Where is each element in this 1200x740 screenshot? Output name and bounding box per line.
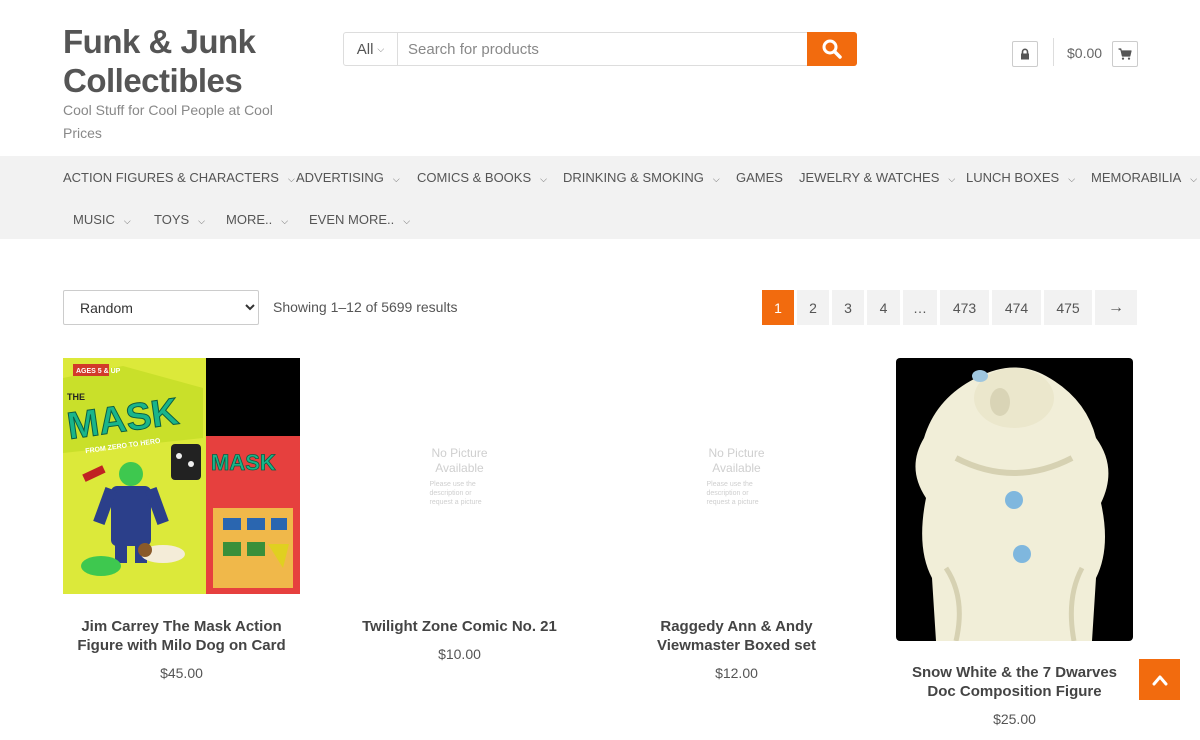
chevron-down-icon: ⌵: [377, 43, 385, 54]
nav-item-label: MUSIC: [73, 212, 115, 227]
site-title[interactable]: Funk & Junk Collectibles: [63, 22, 303, 100]
nav-item-label: TOYS: [154, 212, 190, 227]
chevron-down-icon: ⌵: [392, 174, 400, 184]
chevron-down-icon: ⌵: [198, 216, 205, 226]
pagination-ellipsis: …: [903, 290, 937, 325]
no-picture-label: Available: [435, 460, 484, 475]
chevron-down-icon: ⌵: [540, 174, 547, 184]
mask-card-brand: THE: [67, 392, 85, 402]
product-image[interactable]: THE MASK FROM ZERO TO HERO MASK AGES 5 &…: [63, 358, 300, 594]
mask-figure-card-image: THE MASK FROM ZERO TO HERO MASK AGES 5 &…: [63, 358, 300, 594]
header-divider: [1053, 38, 1054, 66]
chevron-down-icon: ⌵: [1068, 174, 1076, 184]
product-image[interactable]: No Picture Available Please use the desc…: [341, 358, 578, 594]
search-category-label: All: [356, 40, 374, 58]
chevron-down-icon: ⌵: [1190, 174, 1198, 184]
chevron-down-icon: ⌵: [281, 216, 289, 226]
nav-item-action-figures[interactable]: ACTION FIGURES & CHARACTERS ⌵: [63, 170, 295, 185]
product-card[interactable]: Jim Carrey The Mask Action Figure with M…: [63, 617, 300, 681]
no-picture-label: No Picture: [431, 445, 488, 460]
arrow-up-icon: [1152, 675, 1167, 685]
no-picture-note: Please use the description or request a …: [429, 480, 482, 506]
product-card[interactable]: Snow White & the 7 Dwarves Doc Compositi…: [896, 663, 1133, 727]
no-picture-label: No Picture: [708, 445, 765, 460]
search-icon: [822, 39, 842, 59]
product-title[interactable]: Jim Carrey The Mask Action Figure with M…: [63, 617, 300, 655]
product-price: $45.00: [160, 665, 203, 681]
product-title[interactable]: Raggedy Ann & Andy Viewmaster Boxed set: [618, 617, 855, 655]
nav-item-lunch-boxes[interactable]: LUNCH BOXES ⌵: [966, 170, 1075, 185]
nav-item-toys[interactable]: TOYS ⌵: [154, 212, 205, 227]
nav-item-games[interactable]: GAMES: [736, 170, 783, 185]
product-price: $12.00: [715, 665, 758, 681]
mask-box-logo: MASK: [211, 450, 276, 475]
nav-item-more[interactable]: MORE.. ⌵: [226, 212, 288, 227]
product-card[interactable]: Twilight Zone Comic No. 21 $10.00: [341, 617, 578, 662]
no-picture-label: Available: [712, 460, 761, 475]
nav-item-label: COMICS & BOOKS: [417, 170, 532, 185]
main-navigation: ACTION FIGURES & CHARACTERS ⌵ ADVERTISING…: [0, 156, 1200, 239]
product-card[interactable]: Raggedy Ann & Andy Viewmaster Boxed set …: [618, 617, 855, 681]
chevron-down-icon: ⌵: [403, 216, 411, 226]
pagination-page-link[interactable]: 475: [1044, 290, 1092, 325]
account-button[interactable]: [1012, 41, 1038, 67]
chevron-down-icon: ⌵: [712, 174, 720, 184]
cart-button[interactable]: [1112, 41, 1138, 67]
nav-item-label: MEMORABILIA: [1091, 170, 1182, 185]
back-to-top-button[interactable]: [1139, 659, 1180, 700]
product-price: $10.00: [438, 646, 481, 662]
nav-item-label: ACTION FIGURES & CHARACTERS: [63, 170, 279, 185]
nav-item-label: DRINKING & SMOKING: [563, 170, 704, 185]
chevron-down-icon: ⌵: [123, 216, 131, 226]
cart-icon: [1118, 48, 1132, 60]
result-count: Showing 1–12 of 5699 results: [273, 299, 458, 315]
pagination-page-link[interactable]: 4: [867, 290, 900, 325]
product-title[interactable]: Twilight Zone Comic No. 21: [341, 617, 578, 636]
nav-item-drinking-smoking[interactable]: DRINKING & SMOKING ⌵: [563, 170, 720, 185]
nav-item-comics-books[interactable]: COMICS & BOOKS ⌵: [417, 170, 547, 185]
nav-item-label: LUNCH BOXES: [966, 170, 1060, 185]
chevron-down-icon: ⌵: [948, 174, 956, 184]
product-image[interactable]: [896, 358, 1133, 642]
nav-item-jewelry-watches[interactable]: JEWELRY & WATCHES ⌵: [799, 170, 955, 185]
no-picture-note: Please use the description or request a …: [706, 480, 759, 506]
lock-icon: [1021, 48, 1029, 60]
product-image[interactable]: No Picture Available Please use the desc…: [618, 358, 855, 594]
orderby-select[interactable]: Random: [63, 290, 259, 325]
search-bar: All ⌵: [343, 32, 857, 66]
pagination-page-link[interactable]: 3: [832, 290, 864, 325]
mask-card-age-badge: AGES 5 & UP: [76, 368, 121, 375]
nav-item-label: MORE..: [226, 212, 273, 227]
pagination-current-page: 1: [762, 290, 794, 325]
nav-item-label: JEWELRY & WATCHES: [799, 170, 940, 185]
chevron-down-icon: ⌵: [287, 174, 295, 184]
cart-total[interactable]: $0.00: [1067, 45, 1102, 61]
no-picture-placeholder: No Picture Available Please use the desc…: [618, 358, 855, 594]
site-tagline: Cool Stuff for Cool People at Cool Price…: [63, 102, 273, 141]
search-category-select[interactable]: All ⌵: [344, 33, 398, 65]
nav-item-advertising[interactable]: ADVERTISING ⌵: [296, 170, 400, 185]
no-picture-placeholder: No Picture Available Please use the desc…: [341, 358, 578, 594]
nav-item-label: EVEN MORE..: [309, 212, 395, 227]
search-input[interactable]: [398, 33, 807, 65]
pagination-page-link[interactable]: 473: [940, 290, 989, 325]
pagination-page-link[interactable]: 474: [992, 290, 1041, 325]
nav-item-memorabilia[interactable]: MEMORABILIA ⌵: [1091, 170, 1197, 185]
doc-figure-image: [896, 358, 1133, 642]
pagination-next-arrow[interactable]: →: [1095, 290, 1137, 325]
product-title[interactable]: Snow White & the 7 Dwarves Doc Compositi…: [896, 663, 1133, 701]
nav-item-music[interactable]: MUSIC ⌵: [73, 212, 131, 227]
nav-item-label: GAMES: [736, 170, 783, 185]
nav-item-even-more[interactable]: EVEN MORE.. ⌵: [309, 212, 410, 227]
nav-item-label: ADVERTISING: [296, 170, 384, 185]
pagination-page-link[interactable]: 2: [797, 290, 829, 325]
search-button[interactable]: [807, 32, 857, 66]
product-price: $25.00: [993, 711, 1036, 727]
